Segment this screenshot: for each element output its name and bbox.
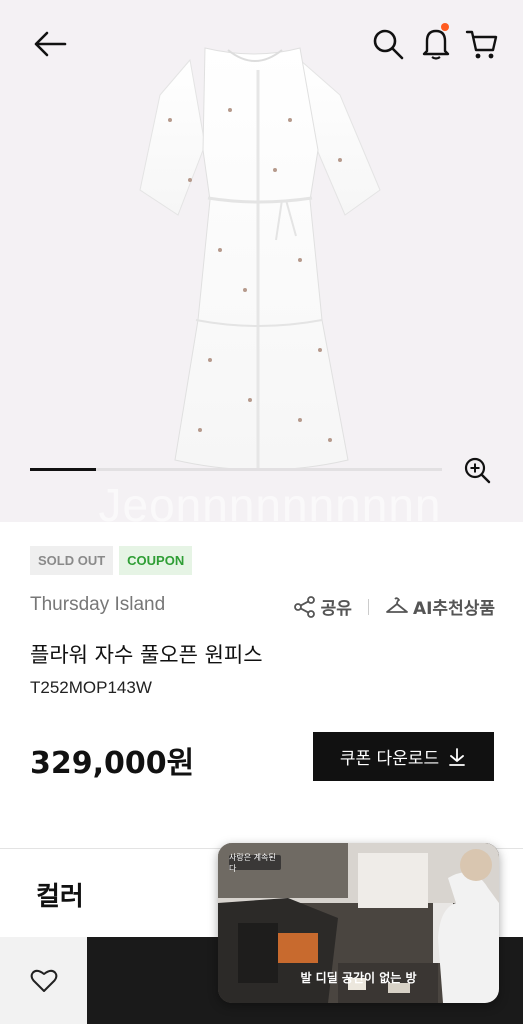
coupon-download-label: 쿠폰 다운로드 <box>339 749 440 769</box>
download-icon <box>449 747 466 766</box>
top-navigation <box>0 0 523 90</box>
share-button[interactable]: 공유 <box>293 594 352 619</box>
product-badges: SOLD OUT COUPON <box>30 546 193 575</box>
product-image-gallery[interactable]: Jeonnnnnnnnnn <box>0 0 523 522</box>
cart-icon[interactable] <box>462 24 502 64</box>
product-actions: 공유 AI추천상품 <box>293 594 495 619</box>
coupon-download-button[interactable]: 쿠폰 다운로드 <box>313 732 494 781</box>
sold-out-badge: SOLD OUT <box>30 546 114 575</box>
search-icon[interactable] <box>368 24 408 64</box>
ai-recommend-button[interactable]: AI추천상품 <box>385 594 495 619</box>
product-price: 329,000원 <box>30 746 195 781</box>
floating-video-player[interactable]: 사랑은 계속된다 발 디딜 공간이 없는 방 <box>218 843 499 1003</box>
action-divider <box>367 598 369 615</box>
product-detail-screen: Jeonnnnnnnnnn SOLD OUT COUPON Thursday I… <box>0 0 523 1024</box>
hanger-icon <box>386 596 408 613</box>
wishlist-button[interactable] <box>0 937 87 1024</box>
arrow-left-icon[interactable] <box>28 24 72 64</box>
brand-name[interactable]: Thursday Island <box>30 594 165 616</box>
bell-icon[interactable] <box>416 22 456 64</box>
product-code: T252MOP143W <box>30 678 152 697</box>
product-title: 플라워 자수 풀오픈 원피스 <box>30 643 263 667</box>
heart-icon <box>30 969 57 992</box>
color-section-title: 컬러 <box>36 882 84 912</box>
gallery-progress-fill <box>30 468 96 471</box>
share-label: 공유 <box>320 599 352 619</box>
image-watermark: Jeonnnnnnnnnn <box>98 479 442 522</box>
share-icon <box>293 595 315 618</box>
ai-recommend-label: AI추천상품 <box>412 599 495 619</box>
video-tag: 사랑은 계속된다 <box>229 853 281 873</box>
zoom-in-icon[interactable] <box>460 452 494 488</box>
coupon-badge: COUPON <box>119 546 193 575</box>
gallery-progress <box>30 468 442 471</box>
notification-dot <box>441 23 449 31</box>
video-subtitle: 발 디딜 공간이 없는 방 <box>300 971 417 985</box>
